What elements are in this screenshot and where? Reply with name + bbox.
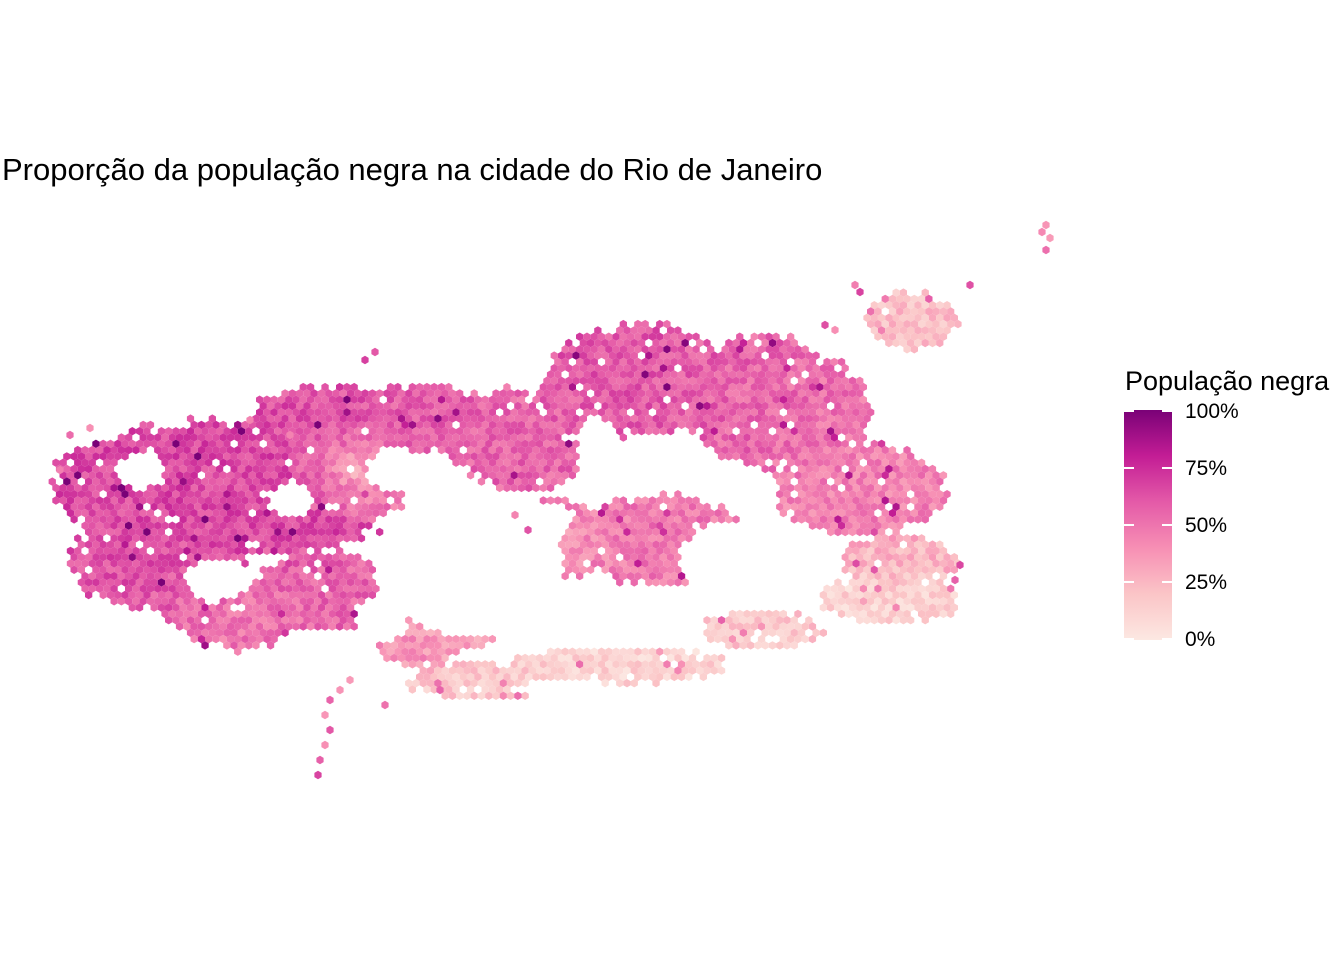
hex-cell bbox=[521, 691, 529, 700]
hex-cell bbox=[511, 510, 519, 520]
hex-cell bbox=[821, 320, 829, 330]
hex-layer bbox=[48, 220, 1054, 780]
hex-cell bbox=[851, 280, 859, 290]
hex-cell bbox=[316, 755, 324, 765]
tick-mark bbox=[1162, 524, 1172, 526]
tick-mark bbox=[1124, 638, 1134, 640]
tick-mark bbox=[1162, 467, 1172, 469]
hex-cell bbox=[539, 496, 547, 505]
hex-cell bbox=[321, 740, 329, 750]
legend-colorbar bbox=[1124, 410, 1172, 640]
legend-tick-label: 50% bbox=[1185, 514, 1228, 537]
hex-cell bbox=[514, 691, 522, 700]
hex-cell bbox=[966, 280, 974, 290]
hex-cell bbox=[732, 515, 740, 524]
tick-mark bbox=[1162, 638, 1172, 640]
hex-cell bbox=[66, 430, 74, 440]
hex-cell bbox=[524, 525, 532, 535]
hex-cell bbox=[819, 628, 827, 637]
legend-tick-label: 25% bbox=[1185, 571, 1228, 594]
hex-cell bbox=[546, 496, 555, 505]
tick-mark bbox=[1124, 410, 1134, 412]
tick-mark bbox=[1124, 467, 1134, 469]
tick-mark bbox=[1162, 581, 1172, 583]
hex-cell bbox=[1046, 233, 1054, 243]
legend-tick-label: 100% bbox=[1185, 400, 1239, 423]
hex-cell bbox=[768, 641, 777, 650]
legend-tick-label: 0% bbox=[1185, 628, 1216, 651]
hex-cell bbox=[336, 685, 344, 695]
hex-cell bbox=[1042, 220, 1050, 230]
hex-cell bbox=[248, 546, 256, 556]
hex-cell bbox=[951, 575, 959, 585]
hex-cell bbox=[1042, 245, 1050, 255]
hex-cell bbox=[831, 325, 839, 335]
tick-mark bbox=[1124, 524, 1134, 526]
hex-cell bbox=[371, 347, 379, 357]
hex-cell bbox=[488, 634, 496, 644]
hex-cell bbox=[1038, 227, 1046, 237]
hex-cell bbox=[376, 527, 384, 537]
hex-cell bbox=[361, 355, 369, 365]
tick-mark bbox=[1162, 410, 1172, 412]
tick-mark bbox=[1124, 581, 1134, 583]
hex-cell bbox=[326, 725, 334, 735]
legend: População negra 100% 75% 50% 25% 0% bbox=[1124, 366, 1344, 656]
hex-cell bbox=[856, 287, 864, 297]
hex-cell bbox=[321, 710, 329, 720]
hex-cell bbox=[326, 695, 334, 705]
hex-cell bbox=[554, 496, 562, 505]
legend-title: População negra bbox=[1125, 366, 1330, 396]
hex-cell bbox=[381, 700, 389, 710]
hex-cell bbox=[86, 423, 94, 433]
legend-tick-label: 75% bbox=[1185, 457, 1228, 480]
hex-cell bbox=[314, 770, 322, 780]
hex-cell bbox=[346, 675, 354, 685]
